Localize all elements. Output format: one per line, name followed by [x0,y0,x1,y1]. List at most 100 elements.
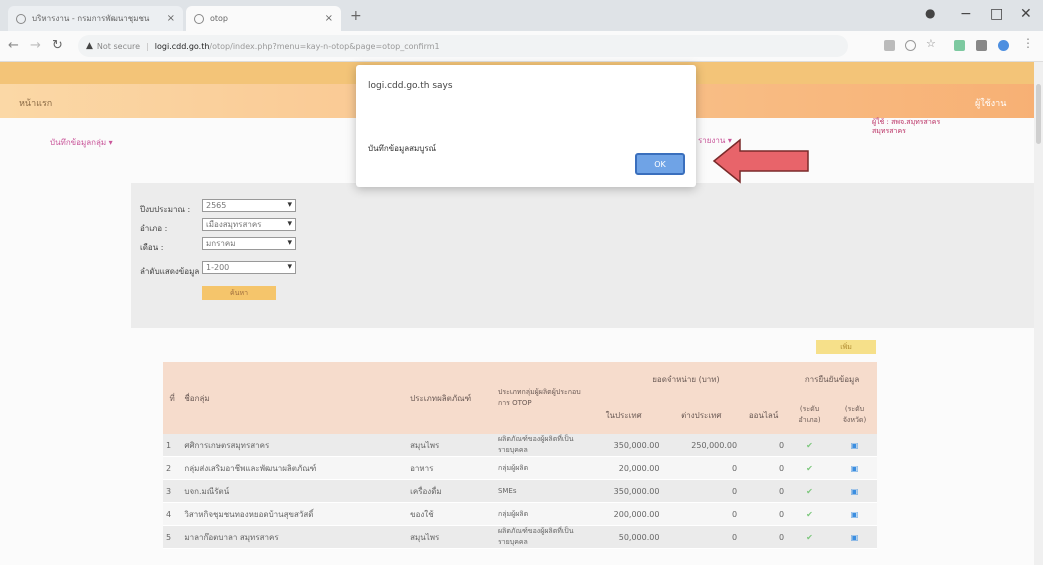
edit-icon[interactable]: ▣ [832,525,877,549]
translate-icon[interactable] [884,40,895,51]
col-no: ที่ [163,362,182,434]
alert-dialog: logi.cdd.go.th says บันทึกข้อมูลสมบูรณ์ … [356,65,696,187]
row-domestic: 20,000.00 [584,456,663,480]
add-button[interactable]: เพิ่ม [816,340,876,354]
url-path: /otop/index.php?menu=kay-n-otop&page=oto… [209,41,440,51]
check-icon[interactable]: ✔ [787,502,832,526]
extension-icon[interactable] [954,40,965,51]
col-confirm-group: การยืนยันข้อมูล [787,362,877,396]
year-select[interactable]: 2565 [202,199,296,212]
puzzle-icon[interactable] [976,40,987,51]
row-name: มาลาก๊อตบาลา สมุทรสาคร [181,525,408,549]
dialog-title: logi.cdd.go.th says [368,81,453,91]
row-no: 5 [163,525,182,549]
col-name: ชื่อกลุ่ม [181,362,408,434]
row-category: ผลิตภัณฑ์ของผู้ผลิตที่เป็นรายบุคคล [494,525,585,549]
table-row: 1 ศศิการเกษตรสมุทรสาคร สมุนไพร ผลิตภัณฑ์… [163,434,877,457]
search-button[interactable]: ค้นหา [202,286,276,300]
col-type: ประเภทผลิตภัณฑ์ [407,362,495,434]
browser-tab-2[interactable]: otop × [186,6,341,31]
row-foreign: 250,000.00 [662,434,741,457]
minimize-button[interactable]: − [960,6,972,22]
col-foreign: ต่างประเทศ [662,396,741,434]
table-row: 2 กลุ่มส่งเสริมอาชีพและพัฒนาผลิตภัณฑ์ อา… [163,456,877,480]
month-label: เดือน : [140,243,164,252]
col-domestic: ในประเทศ [584,396,663,434]
edit-icon[interactable]: ▣ [832,502,877,526]
row-type: ของใช้ [407,502,495,526]
col-sales-group: ยอดจำหน่าย (บาท) [584,362,788,396]
row-online: 0 [740,434,788,457]
edit-icon[interactable]: ▣ [832,456,877,480]
edit-icon[interactable]: ▣ [832,434,877,457]
globe-icon [16,13,26,24]
row-foreign: 0 [662,456,741,480]
menu-record-data[interactable]: บันทึกข้อมูลกลุ่ม ▾ [50,136,113,149]
red-arrow-icon [712,138,809,184]
menu-kebab-icon[interactable]: ⋮ [1022,36,1034,50]
row-foreign: 0 [662,525,741,549]
rows-select[interactable]: 1-200 [202,261,296,274]
browser-tab-1[interactable]: บริหารงาน - กรมการพัฒนาชุมชน × [8,6,183,31]
profile-icon[interactable]: ● [925,6,935,20]
warning-icon: ▲ [86,41,93,51]
row-online: 0 [740,502,788,526]
row-no: 4 [163,502,182,526]
user-link[interactable]: ผู้ใช้งาน [975,96,1006,110]
district-select[interactable]: เมืองสมุทรสาคร [202,218,296,231]
check-icon[interactable]: ✔ [787,434,832,457]
reload-icon[interactable]: ↻ [52,38,63,53]
row-no: 1 [163,434,182,457]
url-separator: | [146,41,149,51]
row-name: ศศิการเกษตรสมุทรสาคร [181,434,408,457]
address-bar[interactable]: ▲ Not secure | logi.cdd.go.th /otop/inde… [78,35,848,57]
user-info: ผู้ใช้ : สพจ.สมุทรสาคร สมุทรสาคร [872,118,941,135]
edit-icon[interactable]: ▣ [832,479,877,503]
zoom-icon[interactable] [905,40,916,51]
forward-icon[interactable]: → [30,38,41,53]
close-window-button[interactable]: ✕ [1020,6,1032,22]
check-icon[interactable]: ✔ [787,525,832,549]
browser-tabstrip: บริหารงาน - กรมการพัฒนาชุมชน × otop × + … [0,0,1043,31]
check-icon[interactable]: ✔ [787,479,832,503]
profile-avatar-icon[interactable] [998,40,1009,51]
row-type: เครื่องดื่ม [407,479,495,503]
rows-label: ลำดับแสดงข้อมูล [140,267,200,276]
new-tab-button[interactable]: + [350,8,362,24]
row-category: กลุ่มผู้ผลิต [494,502,585,526]
row-category: SMEs [494,479,585,503]
row-domestic: 350,000.00 [584,434,663,457]
check-icon[interactable]: ✔ [787,456,832,480]
year-label: ปีงบประมาณ : [140,205,191,214]
row-type: อาหาร [407,456,495,480]
table-row: 3 บจก.มณีรัตน์ เครื่องดื่ม SMEs 350,000.… [163,479,877,503]
not-secure-label: Not secure [96,41,141,51]
row-type: สมุนไพร [407,525,495,549]
close-tab-icon[interactable]: × [167,13,175,24]
month-select[interactable]: มกราคม [202,237,296,250]
table-row: 5 มาลาก๊อตบาลา สมุทรสาคร สมุนไพร ผลิตภัณ… [163,525,877,549]
col-online: ออนไลน์ [740,396,788,434]
close-tab-icon[interactable]: × [325,13,333,24]
row-online: 0 [740,525,788,549]
row-foreign: 0 [662,502,741,526]
dialog-message: บันทึกข้อมูลสมบูรณ์ [368,144,437,153]
url-domain: logi.cdd.go.th [154,41,210,51]
bookmark-star-icon[interactable]: ☆ [926,37,936,50]
scrollbar-thumb[interactable] [1036,84,1041,144]
row-category: ผลิตภัณฑ์ของผู้ผลิตที่เป็นรายบุคคล [494,434,585,457]
globe-icon [194,13,204,24]
maximize-button[interactable]: □ [990,6,1003,22]
row-name: บจก.มณีรัตน์ [181,479,408,503]
browser-toolbar: ← → ↻ ▲ Not secure | logi.cdd.go.th /oto… [0,31,1043,62]
col-confirm-province: (ระดับจังหวัด) [832,396,877,434]
home-link[interactable]: หน้าแรก [19,96,52,110]
row-no: 2 [163,456,182,480]
ok-button[interactable]: OK [635,153,685,175]
row-type: สมุนไพร [407,434,495,457]
row-domestic: 350,000.00 [584,479,663,503]
row-foreign: 0 [662,479,741,503]
back-icon[interactable]: ← [8,38,19,53]
row-online: 0 [740,479,788,503]
row-category: กลุ่มผู้ผลิต [494,456,585,480]
